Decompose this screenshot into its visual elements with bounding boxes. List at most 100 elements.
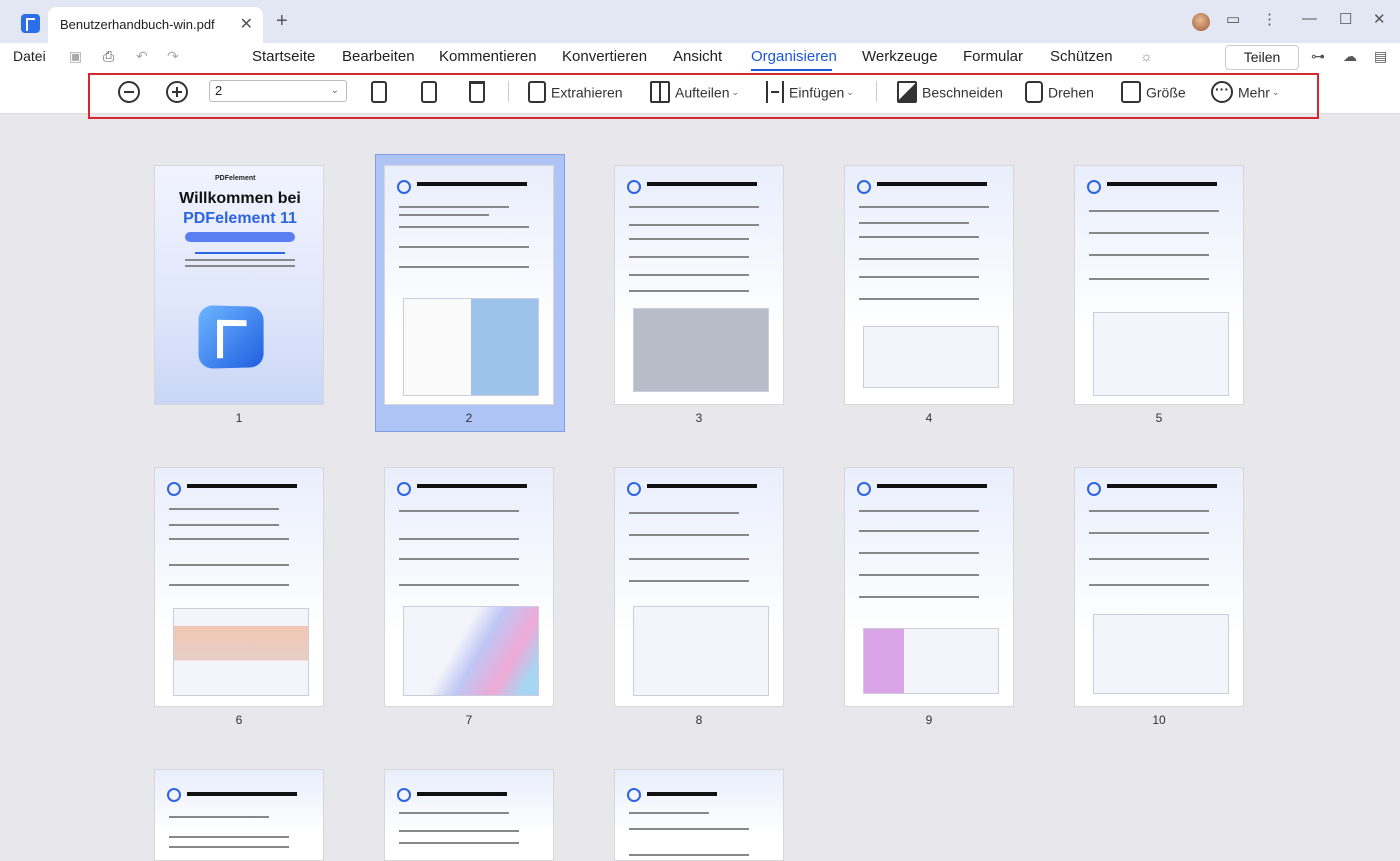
page-thumbnail[interactable] bbox=[844, 467, 1014, 707]
extract-button[interactable]: Extrahieren bbox=[528, 80, 623, 104]
page-thumbnail[interactable] bbox=[154, 769, 324, 861]
text-line bbox=[859, 298, 979, 300]
page-thumbnail[interactable] bbox=[1074, 165, 1244, 405]
page-number: 3 bbox=[695, 411, 703, 425]
page-thumbnail[interactable]: PDFelement Willkommen bei PDFelement 11 bbox=[154, 165, 324, 405]
page-thumbnail[interactable] bbox=[1074, 467, 1244, 707]
rotate-right-button[interactable] bbox=[418, 80, 442, 104]
redo-icon[interactable]: ↷ bbox=[167, 48, 179, 65]
share-button[interactable]: Teilen bbox=[1225, 45, 1299, 70]
page-heading bbox=[647, 484, 757, 488]
split-button[interactable]: Aufteilen ⌄ bbox=[650, 80, 740, 104]
tab-title: Benutzerhandbuch-win.pdf bbox=[60, 17, 215, 32]
page-number: 6 bbox=[235, 713, 243, 727]
text-line bbox=[169, 846, 289, 848]
maximize-icon[interactable]: ☐ bbox=[1339, 10, 1352, 28]
zoom-in-button[interactable] bbox=[166, 80, 193, 104]
text-line bbox=[169, 508, 279, 510]
delete-page-button[interactable] bbox=[466, 80, 490, 104]
ai-lightbulb-icon[interactable]: ☼ bbox=[1140, 48, 1153, 64]
network-icon[interactable]: ⊶ bbox=[1311, 48, 1325, 65]
page-thumbnail[interactable] bbox=[614, 165, 784, 405]
insert-button[interactable]: Einfügen ⌄ bbox=[766, 80, 854, 104]
text-line bbox=[185, 259, 295, 261]
more-button[interactable]: ··· Mehr ⌄ bbox=[1211, 80, 1279, 104]
page-heading bbox=[417, 182, 527, 186]
cover-subtitle: PDFelement 11 bbox=[183, 210, 297, 227]
menu-file[interactable]: Datei bbox=[13, 48, 46, 64]
insert-label: Einfügen bbox=[789, 84, 845, 101]
page-heading bbox=[187, 792, 297, 796]
menu-organize[interactable]: Organisieren bbox=[751, 48, 837, 65]
page-thumbnail[interactable] bbox=[384, 165, 554, 405]
split-icon bbox=[650, 81, 670, 104]
panel-icon[interactable]: ▤ bbox=[1374, 48, 1387, 65]
text-line bbox=[1089, 584, 1209, 586]
text-line bbox=[629, 854, 749, 856]
text-line bbox=[399, 538, 519, 540]
chevron-down-icon: ⌄ bbox=[846, 87, 854, 98]
check-icon bbox=[627, 180, 641, 194]
page-thumbnail[interactable] bbox=[614, 467, 784, 707]
document-tab[interactable]: Benutzerhandbuch-win.pdf ✕ bbox=[48, 7, 263, 43]
insert-icon bbox=[766, 81, 784, 104]
chevron-down-icon: ⌄ bbox=[731, 87, 740, 98]
page-thumbnail[interactable] bbox=[384, 467, 554, 707]
menu-tools[interactable]: Werkzeuge bbox=[862, 48, 938, 65]
text-line bbox=[629, 512, 739, 514]
text-line bbox=[629, 274, 749, 276]
page-heading bbox=[877, 182, 987, 186]
print-icon[interactable]: ⎙ bbox=[103, 48, 114, 65]
text-line bbox=[629, 828, 749, 830]
text-line bbox=[399, 830, 519, 832]
menu-form[interactable]: Formular bbox=[963, 48, 1023, 65]
page-number-select[interactable]: 2 ⌄ bbox=[209, 80, 347, 102]
text-line bbox=[1089, 254, 1209, 256]
menu-view[interactable]: Ansicht bbox=[673, 48, 722, 65]
rotate-left-button[interactable] bbox=[368, 80, 392, 104]
text-line bbox=[399, 206, 509, 208]
split-label: Aufteilen bbox=[675, 84, 730, 101]
minimize-icon[interactable]: — bbox=[1302, 10, 1317, 27]
close-tab-icon[interactable]: ✕ bbox=[240, 7, 253, 43]
page-thumbnail[interactable] bbox=[384, 769, 554, 861]
check-icon bbox=[857, 482, 871, 496]
menu-comment[interactable]: Kommentieren bbox=[439, 48, 537, 65]
text-line bbox=[859, 530, 979, 532]
text-line bbox=[859, 258, 979, 260]
screenshot-image bbox=[173, 608, 309, 696]
page-heading bbox=[647, 792, 717, 796]
text-line bbox=[169, 564, 289, 566]
zoom-out-button[interactable] bbox=[118, 80, 145, 104]
page-size-button[interactable]: Größe bbox=[1121, 80, 1186, 104]
text-line bbox=[629, 812, 709, 814]
menu-edit[interactable]: Bearbeiten bbox=[342, 48, 415, 65]
page-thumbnail[interactable] bbox=[614, 769, 784, 861]
toolbar-divider bbox=[508, 81, 509, 102]
menu-protect[interactable]: Schützen bbox=[1050, 48, 1113, 65]
menu-home[interactable]: Startseite bbox=[252, 48, 315, 65]
crop-button[interactable]: Beschneiden bbox=[897, 80, 1003, 104]
message-icon[interactable]: ▭ bbox=[1226, 10, 1240, 28]
new-tab-icon[interactable]: + bbox=[276, 10, 288, 33]
screenshot-image bbox=[633, 308, 769, 392]
rotate-button[interactable]: Drehen bbox=[1025, 80, 1094, 104]
check-icon bbox=[627, 788, 641, 802]
screenshot-image bbox=[863, 326, 999, 388]
page-thumbnail[interactable] bbox=[154, 467, 324, 707]
page-thumbnail[interactable] bbox=[844, 165, 1014, 405]
title-bar: Benutzerhandbuch-win.pdf ✕ + ▭ ⋮ — ☐ ✕ bbox=[0, 0, 1400, 43]
chevron-down-icon: ⌄ bbox=[330, 85, 339, 96]
close-window-icon[interactable]: ✕ bbox=[1373, 10, 1386, 28]
cloud-upload-icon[interactable]: ☁ bbox=[1343, 48, 1357, 65]
menu-convert[interactable]: Konvertieren bbox=[562, 48, 647, 65]
zoom-in-icon bbox=[166, 81, 188, 104]
avatar[interactable] bbox=[1192, 13, 1210, 31]
page-number: 7 bbox=[465, 713, 473, 727]
save-icon[interactable]: ▣ bbox=[69, 48, 82, 65]
rotate-left-icon bbox=[371, 81, 387, 104]
text-line bbox=[859, 276, 979, 278]
more-vertical-icon[interactable]: ⋮ bbox=[1262, 10, 1277, 28]
text-line bbox=[169, 836, 289, 838]
undo-icon[interactable]: ↶ bbox=[136, 48, 148, 65]
